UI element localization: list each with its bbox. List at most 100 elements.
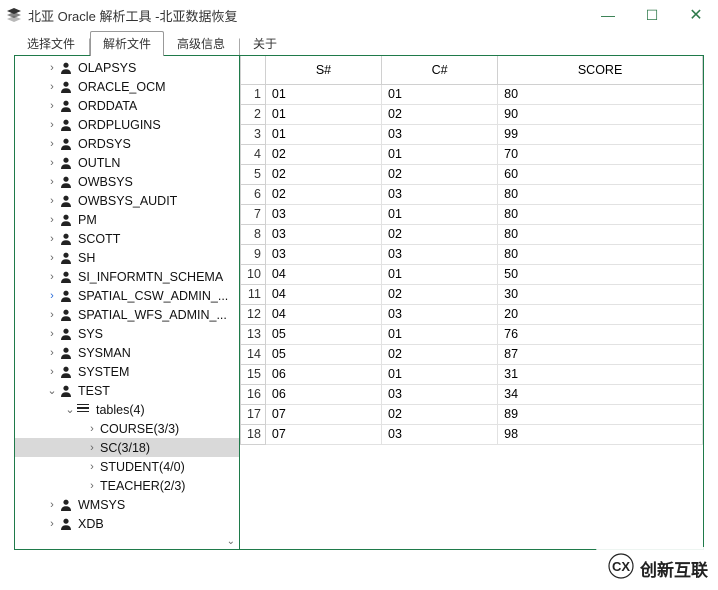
cell-c[interactable]: 03 <box>382 384 498 404</box>
column-header-s[interactable]: S# <box>265 56 381 84</box>
table-row[interactable]: 18070398 <box>241 424 703 444</box>
tree-schema[interactable]: ›ORACLE_OCM <box>15 77 239 96</box>
cell-score[interactable]: 80 <box>498 184 703 204</box>
cell-c[interactable]: 02 <box>382 224 498 244</box>
table-row[interactable]: 16060334 <box>241 384 703 404</box>
table-row[interactable]: 6020380 <box>241 184 703 204</box>
chevron-right-icon[interactable]: › <box>45 176 59 188</box>
tree-schema[interactable]: ›SI_INFORMTN_SCHEMA <box>15 267 239 286</box>
tree-tables-node[interactable]: ⌄tables(4) <box>15 400 239 419</box>
cell-s[interactable]: 02 <box>265 184 381 204</box>
cell-c[interactable]: 03 <box>382 184 498 204</box>
cell-s[interactable]: 05 <box>265 324 381 344</box>
cell-c[interactable]: 02 <box>382 104 498 124</box>
table-row[interactable]: 12040320 <box>241 304 703 324</box>
chevron-right-icon[interactable]: › <box>45 499 59 511</box>
cell-c[interactable]: 01 <box>382 84 498 104</box>
table-row[interactable]: 13050176 <box>241 324 703 344</box>
chevron-right-icon[interactable]: › <box>45 81 59 93</box>
chevron-right-icon[interactable]: › <box>85 480 99 492</box>
cell-s[interactable]: 06 <box>265 364 381 384</box>
chevron-right-icon[interactable]: › <box>45 233 59 245</box>
scroll-down-icon[interactable]: ⌄ <box>227 536 235 547</box>
cell-s[interactable]: 07 <box>265 424 381 444</box>
cell-score[interactable]: 50 <box>498 264 703 284</box>
tree-schema[interactable]: ›SYSMAN <box>15 343 239 362</box>
chevron-right-icon[interactable]: › <box>85 442 99 454</box>
chevron-right-icon[interactable]: › <box>45 347 59 359</box>
tab-select-file[interactable]: 选择文件 <box>14 31 88 56</box>
tree-table[interactable]: ›COURSE(3/3) <box>15 419 239 438</box>
chevron-down-icon[interactable]: ⌄ <box>45 384 59 397</box>
cell-c[interactable]: 01 <box>382 144 498 164</box>
tab-advanced-info[interactable]: 高级信息 <box>164 31 238 56</box>
chevron-right-icon[interactable]: › <box>45 100 59 112</box>
cell-s[interactable]: 02 <box>265 164 381 184</box>
cell-score[interactable]: 76 <box>498 324 703 344</box>
table-row[interactable]: 5020260 <box>241 164 703 184</box>
chevron-right-icon[interactable]: › <box>45 271 59 283</box>
cell-s[interactable]: 03 <box>265 244 381 264</box>
table-row[interactable]: 7030180 <box>241 204 703 224</box>
tree-schema[interactable]: ›ORDDATA <box>15 96 239 115</box>
cell-c[interactable]: 01 <box>382 264 498 284</box>
cell-score[interactable]: 70 <box>498 144 703 164</box>
cell-c[interactable]: 01 <box>382 324 498 344</box>
table-row[interactable]: 8030280 <box>241 224 703 244</box>
tree-table[interactable]: ›STUDENT(4/0) <box>15 457 239 476</box>
cell-score[interactable]: 89 <box>498 404 703 424</box>
data-grid[interactable]: S# C# SCORE 1010180201029030103994020170… <box>240 56 703 549</box>
tree-schema[interactable]: ›OWBSYS <box>15 172 239 191</box>
cell-score[interactable]: 80 <box>498 224 703 244</box>
chevron-down-icon[interactable]: ⌄ <box>63 403 77 416</box>
column-header-c[interactable]: C# <box>382 56 498 84</box>
table-row[interactable]: 11040230 <box>241 284 703 304</box>
maximize-button[interactable]: ☐ <box>630 0 674 30</box>
cell-c[interactable]: 03 <box>382 244 498 264</box>
cell-c[interactable]: 02 <box>382 284 498 304</box>
column-header-score[interactable]: SCORE <box>498 56 703 84</box>
close-button[interactable]: ✕ <box>674 0 718 30</box>
cell-s[interactable]: 04 <box>265 264 381 284</box>
cell-score[interactable]: 87 <box>498 344 703 364</box>
table-row[interactable]: 14050287 <box>241 344 703 364</box>
tab-parse-file[interactable]: 解析文件 <box>90 31 164 56</box>
cell-s[interactable]: 02 <box>265 144 381 164</box>
cell-c[interactable]: 02 <box>382 344 498 364</box>
cell-s[interactable]: 06 <box>265 384 381 404</box>
chevron-right-icon[interactable]: › <box>45 195 59 207</box>
cell-s[interactable]: 01 <box>265 124 381 144</box>
tree-schema[interactable]: ›PM <box>15 210 239 229</box>
chevron-right-icon[interactable]: › <box>85 461 99 473</box>
table-row[interactable]: 2010290 <box>241 104 703 124</box>
table-row[interactable]: 17070289 <box>241 404 703 424</box>
tree-schema[interactable]: ›WMSYS <box>15 495 239 514</box>
cell-s[interactable]: 04 <box>265 304 381 324</box>
tab-about[interactable]: 关于 <box>240 31 290 56</box>
cell-s[interactable]: 04 <box>265 284 381 304</box>
chevron-right-icon[interactable]: › <box>45 290 59 302</box>
tree-schema[interactable]: ›ORDSYS <box>15 134 239 153</box>
table-row[interactable]: 15060131 <box>241 364 703 384</box>
tree-schema[interactable]: ›SCOTT <box>15 229 239 248</box>
cell-c[interactable]: 02 <box>382 404 498 424</box>
chevron-right-icon[interactable]: › <box>45 138 59 150</box>
tree-schema[interactable]: ›SH <box>15 248 239 267</box>
cell-c[interactable]: 03 <box>382 424 498 444</box>
chevron-right-icon[interactable]: › <box>45 157 59 169</box>
chevron-right-icon[interactable]: › <box>45 214 59 226</box>
cell-s[interactable]: 01 <box>265 104 381 124</box>
cell-c[interactable]: 01 <box>382 364 498 384</box>
cell-c[interactable]: 03 <box>382 304 498 324</box>
tree-schema[interactable]: ›SPATIAL_WFS_ADMIN_... <box>15 305 239 324</box>
table-row[interactable]: 9030380 <box>241 244 703 264</box>
tree-schema[interactable]: ›SPATIAL_CSW_ADMIN_... <box>15 286 239 305</box>
tree-schema[interactable]: ›SYSTEM <box>15 362 239 381</box>
schema-tree[interactable]: ›OLAPSYS›ORACLE_OCM›ORDDATA›ORDPLUGINS›O… <box>15 56 240 549</box>
table-row[interactable]: 10040150 <box>241 264 703 284</box>
tree-schema[interactable]: ⌄TEST <box>15 381 239 400</box>
chevron-right-icon[interactable]: › <box>85 423 99 435</box>
cell-score[interactable]: 99 <box>498 124 703 144</box>
cell-c[interactable]: 03 <box>382 124 498 144</box>
table-row[interactable]: 3010399 <box>241 124 703 144</box>
